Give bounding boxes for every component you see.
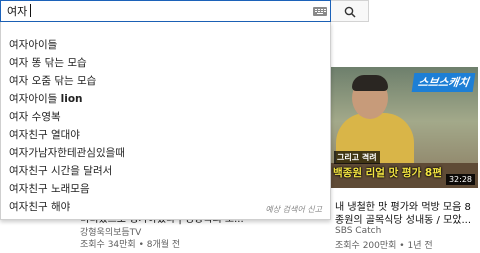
suggestion-item[interactable]: 여자가남자한테관심있을때 <box>1 144 330 162</box>
suggestion-text: 여자 오줌 닦는 모습 <box>9 75 97 87</box>
thumbnail-caption-main: 백종원 리얼 맛 평가 8편 <box>333 167 442 179</box>
video-duration: 32:28 <box>445 174 475 185</box>
suggestion-text: 여자친구 시간을 달려서 <box>9 165 113 177</box>
suggestion-item[interactable]: 여자친구 시간을 달려서 <box>1 162 330 180</box>
suggestion-item[interactable]: 여자 똥 닦는 모습 <box>1 54 330 72</box>
suggestion-text: 여자 똥 닦는 모습 <box>9 57 87 69</box>
video-stats: 조회수 34만회 • 8개월 전 <box>80 240 181 250</box>
suggestion-item[interactable]: 여자아이들 <box>1 36 330 54</box>
report-suggestions-link[interactable]: 예상 검색어 신고 <box>265 204 322 215</box>
suggestion-dropdown: 여자아이들 여자 똥 닦는 모습 여자 오줌 닦는 모습 여자아이들 lion … <box>0 22 331 220</box>
suggestion-text: 여자아이들 <box>9 39 58 51</box>
thumbnail-person-hair <box>352 75 388 91</box>
video-thumbnail[interactable]: 스브스캐치 그리고 격려 백종원 리얼 맛 평가 8편 32:28 <box>330 67 478 188</box>
text-caret <box>30 4 31 17</box>
suggestion-text: 여자친구 열대야 <box>9 129 80 141</box>
keyboard-icon[interactable] <box>313 7 327 16</box>
video-stats: 조회수 200만회 • 1년 전 <box>335 241 433 251</box>
suggestion-item[interactable]: 여자친구 노래모음 <box>1 180 330 198</box>
suggestion-item[interactable]: 여자친구 열대야 <box>1 126 330 144</box>
suggestion-text: 여자아이들 <box>9 93 61 105</box>
search-icon <box>344 6 356 18</box>
suggestion-item[interactable]: 여자아이들 lion <box>1 90 330 108</box>
channel-name[interactable]: SBS Catch <box>335 226 381 236</box>
suggestion-text: 여자친구 해야 <box>9 201 71 213</box>
search-box[interactable] <box>0 0 331 22</box>
search-button[interactable] <box>331 0 369 22</box>
search-input[interactable] <box>7 2 297 20</box>
suggestion-completion: lion <box>60 93 83 105</box>
suggestion-item[interactable]: 여자 수영복 <box>1 108 330 126</box>
suggestion-item[interactable]: 여자 오줌 닦는 모습 <box>1 72 330 90</box>
suggestion-text: 여자가남자한테관심있을때 <box>9 147 125 159</box>
suggestion-text: 여자 수영복 <box>9 111 61 123</box>
thumbnail-caption: 그리고 격려 <box>334 151 380 164</box>
video-title-line2[interactable]: 종원의 골목식당 성내동 / 모았... <box>335 211 480 226</box>
suggestion-text: 여자친구 노래모음 <box>9 183 90 195</box>
thumbnail-brand-logo: 스브스캐치 <box>412 73 476 92</box>
